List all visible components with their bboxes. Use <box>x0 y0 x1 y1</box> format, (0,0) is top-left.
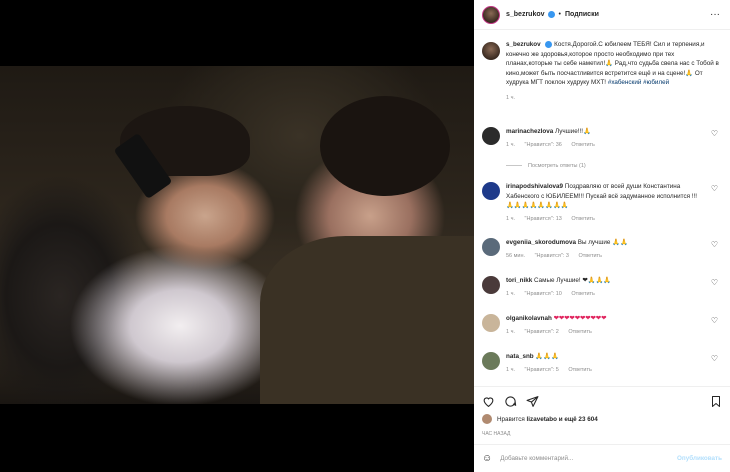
comment-item: nata_snb 🙏🙏🙏 1 ч. "Нравится": 5 Ответить… <box>482 352 722 375</box>
comment-time: 56 мин. <box>506 252 526 259</box>
like-icon[interactable] <box>482 395 495 408</box>
comment-likes[interactable]: "Нравится": 10 <box>525 291 562 297</box>
comment-likes[interactable]: "Нравится": 2 <box>525 329 559 335</box>
comment-username[interactable]: nata_snb <box>506 353 534 360</box>
likes-prefix: Нравится <box>497 415 525 423</box>
liker-avatar[interactable] <box>482 414 492 424</box>
comment-text: Самые Лучшие! ❤🙏🙏🙏 <box>534 277 612 284</box>
author-username[interactable]: s_bezrukov <box>506 11 545 18</box>
post-side-panel: s_bezrukov • Подписки ··· s_bezrukov Кос… <box>474 0 730 472</box>
reply-button[interactable]: Ответить <box>571 142 595 148</box>
caption-time: 1 ч. <box>506 94 515 101</box>
comment-time: 1 ч. <box>506 141 515 148</box>
comment-username[interactable]: tori_nikk <box>506 277 532 284</box>
commenter-avatar[interactable] <box>482 276 500 294</box>
reply-button[interactable]: Ответить <box>571 216 595 222</box>
comment-likes[interactable]: "Нравится": 5 <box>525 367 559 373</box>
author-avatar[interactable] <box>482 5 500 24</box>
more-options-icon[interactable]: ··· <box>710 9 720 20</box>
like-comment-icon[interactable]: ♡ <box>711 354 718 364</box>
comment-input[interactable]: Добавьте комментарий... <box>500 455 677 462</box>
post-photo[interactable] <box>0 66 474 404</box>
comment-username[interactable]: marinachezlova <box>506 128 553 135</box>
like-comment-icon[interactable]: ♡ <box>711 129 718 139</box>
comment-item: tori_nikk Самые Лучшие! ❤🙏🙏🙏 1 ч. "Нрави… <box>482 276 722 299</box>
share-icon[interactable] <box>526 395 539 408</box>
following-button[interactable]: Подписки <box>565 11 599 18</box>
comment-time: 1 ч. <box>506 366 515 373</box>
comment-time: 1 ч. <box>506 328 515 335</box>
commenter-avatar[interactable] <box>482 182 500 200</box>
emoji-icon[interactable]: ☺ <box>482 453 492 464</box>
comment-username[interactable]: olganikolavnah <box>506 315 552 322</box>
comment-icon[interactable] <box>504 395 517 408</box>
commenter-avatar[interactable] <box>482 314 500 332</box>
post-caption: s_bezrukov Костя.Дорогой.С юбилеем ТЕБЯ!… <box>482 40 722 104</box>
caption-username[interactable]: s_bezrukov <box>506 41 541 48</box>
like-comment-icon[interactable]: ♡ <box>711 240 718 250</box>
comment-text: ❤❤❤❤❤❤❤❤❤❤ <box>553 315 607 322</box>
comment-likes[interactable]: "Нравится": 13 <box>525 216 562 222</box>
likes-summary: Нравится lizavetabo и ещё 23 604 <box>482 414 598 424</box>
liker-username[interactable]: lizavetabo <box>527 416 557 423</box>
commenter-avatar[interactable] <box>482 352 500 370</box>
comment-item: irinapodshivalova9 Поздравляю от всей ду… <box>482 182 722 224</box>
photo-shape <box>320 96 450 196</box>
bookmark-icon[interactable] <box>710 395 722 408</box>
caption-avatar[interactable] <box>482 42 500 60</box>
comment-username[interactable]: irinapodshivalova9 <box>506 183 563 190</box>
like-comment-icon[interactable]: ♡ <box>711 278 718 288</box>
comment-likes[interactable]: "Нравится": 3 <box>535 253 569 259</box>
comment-item: olganikolavnah ❤❤❤❤❤❤❤❤❤❤ 1 ч. "Нравится… <box>482 314 722 337</box>
commenter-avatar[interactable] <box>482 238 500 256</box>
separator-dot: • <box>558 11 561 18</box>
comment-time: 1 ч. <box>506 215 515 222</box>
verified-badge-icon <box>545 40 553 48</box>
commenter-avatar[interactable] <box>482 127 500 145</box>
post-header: s_bezrukov • Подписки ··· <box>474 0 730 30</box>
post-media[interactable] <box>0 0 474 472</box>
comment-item: evgeniia_skorodumova Вы лучшие 🙏🙏 56 мин… <box>482 238 722 261</box>
reply-button[interactable]: Ответить <box>568 329 592 335</box>
comment-item: marinachezlova Лучшие!!!🙏 1 ч. "Нравится… <box>482 127 722 150</box>
caption-hashtags[interactable]: #хабенский #юбилей <box>608 79 669 86</box>
comment-text: Лучшие!!!🙏 <box>555 128 591 135</box>
reply-button[interactable]: Ответить <box>568 367 592 373</box>
like-comment-icon[interactable]: ♡ <box>711 184 718 194</box>
reply-button[interactable]: Ответить <box>578 253 602 259</box>
comment-text: 🙏🙏🙏 <box>535 353 559 360</box>
reply-button[interactable]: Ответить <box>571 291 595 297</box>
comment-likes[interactable]: "Нравится": 36 <box>525 142 562 148</box>
likes-count[interactable]: и ещё 23 604 <box>559 416 598 423</box>
publish-button[interactable]: Опубликовать <box>677 455 722 462</box>
photo-shape <box>260 236 474 404</box>
like-comment-icon[interactable]: ♡ <box>711 316 718 326</box>
post-time: час назад <box>482 431 511 437</box>
divider <box>506 165 522 167</box>
comment-time: 1 ч. <box>506 290 515 297</box>
add-comment-bar: ☺ Добавьте комментарий... Опубликовать <box>474 444 730 472</box>
comment-username[interactable]: evgeniia_skorodumova <box>506 239 576 246</box>
post-actions-bar <box>474 386 730 416</box>
post-modal: s_bezrukov • Подписки ··· s_bezrukov Кос… <box>0 0 730 472</box>
view-replies-button[interactable]: Посмотреть ответы (1) <box>506 163 586 169</box>
verified-badge-icon <box>547 11 555 18</box>
comment-text: Вы лучшие 🙏🙏 <box>577 239 628 246</box>
view-replies-label: Посмотреть ответы (1) <box>528 163 586 169</box>
